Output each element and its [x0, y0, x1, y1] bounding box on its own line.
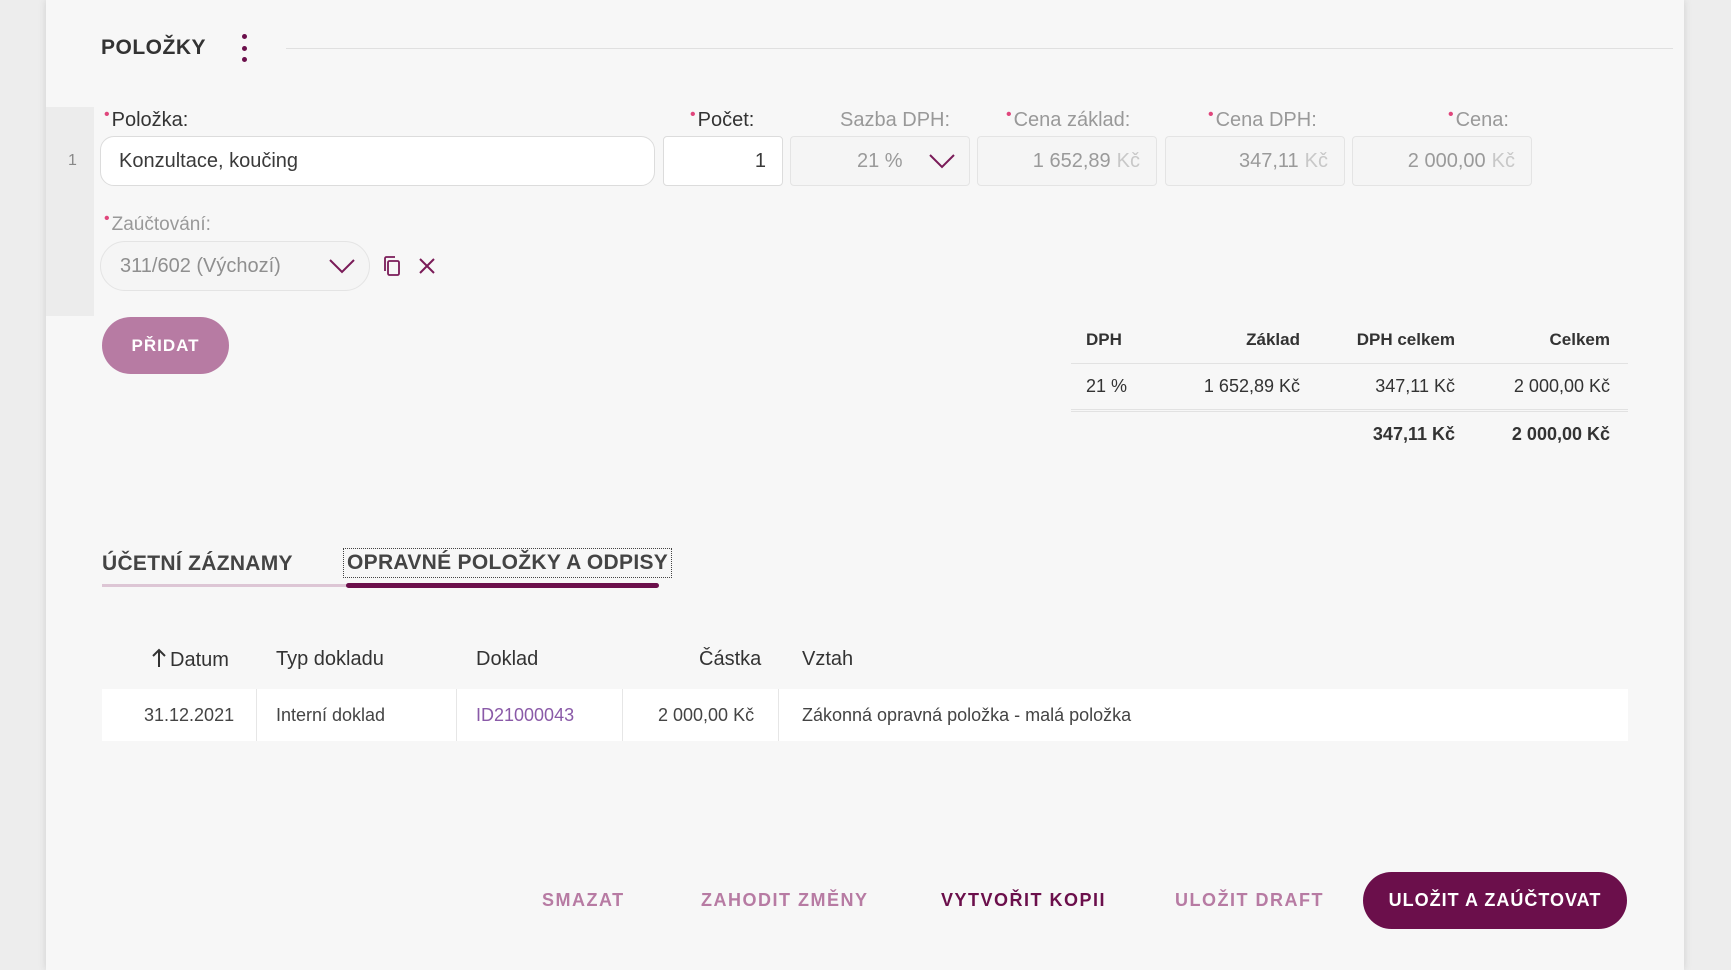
vat-total-total: 2 000,00 Kč	[1511, 424, 1610, 444]
cell-doc-type: Interní doklad	[276, 705, 386, 725]
tab-underline-active	[346, 583, 659, 588]
doc-link[interactable]: ID21000043	[476, 705, 574, 726]
item-label: • Položka:	[104, 106, 189, 131]
chevron-down-icon	[929, 154, 955, 169]
cell-divider	[622, 689, 623, 741]
price-value: 2 000,00	[1407, 149, 1486, 172]
vat-header-base: Základ	[1246, 330, 1300, 349]
save-and-post-button[interactable]: ULOŽIT A ZAÚČTOVAT	[1363, 872, 1627, 929]
table-row[interactable]: 31.12.2021 Interní doklad ID21000043 2 0…	[102, 689, 1628, 741]
grid-header-date-label: Datum	[170, 649, 229, 671]
save-draft-button[interactable]: ULOŽIT DRAFT	[1175, 890, 1324, 911]
vat-price-currency: Kč	[1304, 149, 1328, 172]
copy-icon[interactable]	[381, 255, 403, 277]
vat-header-vat: DPH celkem	[1356, 330, 1455, 349]
item-input-value: Konzultace, koučing	[119, 149, 299, 172]
row-number: 1	[68, 152, 77, 169]
cell-amount: 2 000,00 Kč	[658, 705, 755, 725]
vat-summary-totals: 347,11 Kč 2 000,00 Kč	[1071, 412, 1628, 457]
vat-row-vat: 347,11 Kč	[1375, 376, 1455, 396]
grid-header-doc[interactable]: Doklad	[476, 648, 538, 671]
tab-underline-inactive	[102, 584, 387, 587]
vat-row-total: 2 000,00 Kč	[1513, 376, 1610, 396]
add-item-button[interactable]: PŘIDAT	[102, 317, 229, 374]
vat-summary-header: DPH Základ DPH celkem Celkem	[1071, 318, 1628, 364]
grid-header-amount[interactable]: Částka	[699, 648, 761, 671]
vat-total-vat: 347,11 Kč	[1372, 424, 1455, 444]
delete-button[interactable]: SMAZAT	[542, 890, 625, 911]
vat-rate-value: 21 %	[857, 149, 903, 172]
base-price-value: 1 652,89	[1032, 149, 1111, 172]
vat-summary-table: DPH Základ DPH celkem Celkem 21 % 1 652,…	[1071, 318, 1628, 457]
qty-input-value: 1	[754, 149, 766, 172]
section-divider	[286, 48, 1673, 49]
vat-price-input: 347,11 Kč	[1165, 136, 1345, 186]
qty-input[interactable]: 1	[663, 136, 783, 186]
price-label: • Cena:	[1448, 106, 1509, 131]
grid-header-date[interactable]: Datum	[152, 648, 229, 672]
row-drag-handle[interactable]	[46, 107, 94, 316]
price-input: 2 000,00 Kč	[1352, 136, 1532, 186]
tab-accounting-records[interactable]: ÚČETNÍ ZÁZNAMY	[102, 552, 293, 576]
sort-ascending-icon	[152, 648, 166, 667]
invoice-items-panel: POLOŽKY 1 • Položka: • Počet: Sazba DPH: •…	[46, 0, 1684, 970]
chevron-down-icon	[329, 259, 355, 274]
cell-date: 31.12.2021	[144, 705, 235, 725]
cell-divider	[256, 689, 257, 741]
posting-label: • Zaúčtování:	[104, 210, 211, 235]
item-input[interactable]: Konzultace, koučing	[100, 136, 655, 186]
kebab-menu-icon[interactable]	[236, 34, 252, 62]
vat-header-rate: DPH	[1086, 330, 1122, 349]
create-copy-button[interactable]: VYTVOŘIT KOPII	[941, 890, 1106, 911]
base-price-input: 1 652,89 Kč	[977, 136, 1157, 186]
vat-row-rate: 21 %	[1086, 376, 1128, 396]
base-price-label: • Cena základ:	[1006, 106, 1131, 131]
vat-rate-label: Sazba DPH:	[840, 109, 951, 131]
price-currency: Kč	[1491, 149, 1515, 172]
discard-changes-button[interactable]: ZAHODIT ZMĚNY	[701, 890, 869, 911]
grid-header-doc-type[interactable]: Typ dokladu	[276, 648, 384, 671]
posting-value: 311/602 (Výchozí)	[120, 254, 281, 277]
section-title: POLOŽKY	[101, 36, 207, 59]
grid-header-relation[interactable]: Vztah	[802, 648, 853, 671]
qty-label: • Počet:	[690, 106, 755, 131]
cell-divider	[778, 689, 779, 741]
close-icon[interactable]	[417, 256, 437, 276]
cell-relation: Zákonná opravná položka - malá položka	[802, 705, 1132, 725]
vat-price-label: • Cena DPH:	[1208, 106, 1317, 131]
vat-row-base: 1 652,89 Kč	[1203, 376, 1300, 396]
cell-divider	[456, 689, 457, 741]
vat-price-value: 347,11	[1238, 149, 1299, 172]
vat-summary-row: 21 % 1 652,89 Kč 347,11 Kč 2 000,00 Kč	[1071, 364, 1628, 412]
vat-rate-select[interactable]: 21 %	[790, 136, 970, 186]
tab-adjustments-writeoffs[interactable]: OPRAVNÉ POLOŽKY A ODPISY	[343, 548, 673, 578]
posting-select[interactable]: 311/602 (Výchozí)	[100, 241, 370, 291]
vat-header-total: Celkem	[1549, 330, 1610, 349]
base-price-currency: Kč	[1116, 149, 1140, 172]
